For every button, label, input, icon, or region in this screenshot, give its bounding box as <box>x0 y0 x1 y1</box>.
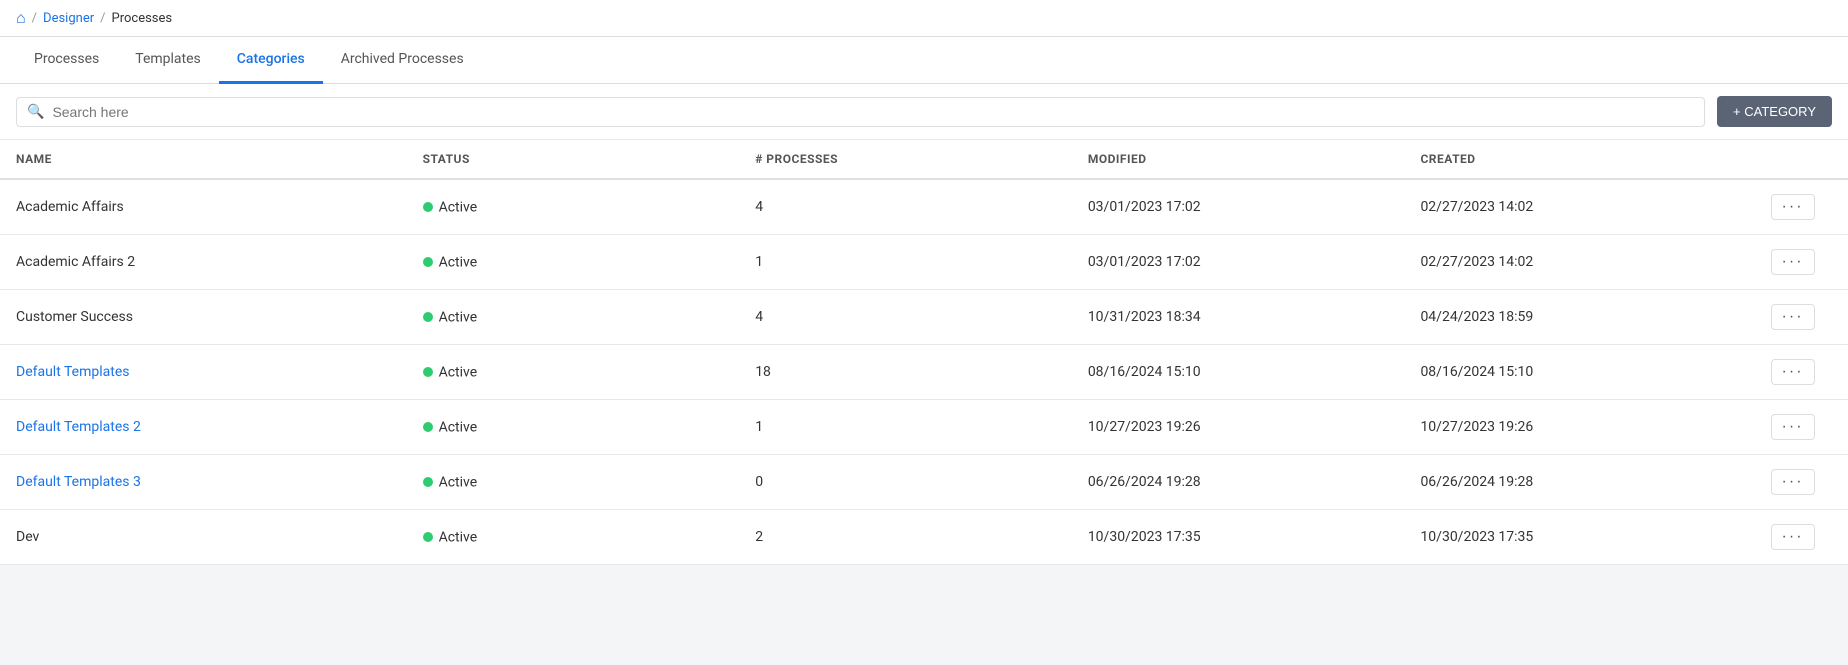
row-actions-button[interactable]: ··· <box>1771 359 1815 385</box>
row-created-date: 10/27/2023 19:26 <box>1404 400 1737 455</box>
row-processes-count: 1 <box>739 400 1072 455</box>
row-status: Active <box>407 179 740 235</box>
add-category-button[interactable]: + CATEGORY <box>1717 96 1832 127</box>
row-created-date: 04/24/2023 18:59 <box>1404 290 1737 345</box>
row-actions-cell: ··· <box>1737 290 1848 345</box>
status-label: Active <box>439 419 478 435</box>
breadcrumb-designer-link[interactable]: Designer <box>43 11 94 26</box>
col-header-created: CREATED <box>1404 140 1737 179</box>
row-status: Active <box>407 235 740 290</box>
row-modified-date: 10/31/2023 18:34 <box>1072 290 1405 345</box>
table-row: Customer Success Active 410/31/2023 18:340… <box>0 290 1848 345</box>
row-modified-date: 10/27/2023 19:26 <box>1072 400 1405 455</box>
row-actions-button[interactable]: ··· <box>1771 249 1815 275</box>
tabs-bar: Processes Templates Categories Archived … <box>0 37 1848 84</box>
main-container: Processes Templates Categories Archived … <box>0 37 1848 565</box>
row-modified-date: 10/30/2023 17:35 <box>1072 510 1405 565</box>
status-label: Active <box>439 474 478 490</box>
col-header-name: NAME <box>0 140 407 179</box>
home-icon[interactable]: ⌂ <box>16 8 26 28</box>
row-processes-count: 4 <box>739 290 1072 345</box>
status-label: Active <box>439 309 478 325</box>
row-name: Academic Affairs 2 <box>0 235 407 290</box>
tab-archived-processes[interactable]: Archived Processes <box>323 37 482 84</box>
row-processes-count: 4 <box>739 179 1072 235</box>
col-header-status: STATUS <box>407 140 740 179</box>
row-created-date: 08/16/2024 15:10 <box>1404 345 1737 400</box>
row-modified-date: 06/26/2024 19:28 <box>1072 455 1405 510</box>
table-row: Default Templates 2Active110/27/2023 19:… <box>0 400 1848 455</box>
row-actions-button[interactable]: ··· <box>1771 304 1815 330</box>
row-modified-date: 03/01/2023 17:02 <box>1072 179 1405 235</box>
row-processes-count: 1 <box>739 235 1072 290</box>
status-label: Active <box>439 529 478 545</box>
status-active-dot <box>423 257 433 267</box>
col-header-modified: MODIFIED <box>1072 140 1405 179</box>
row-actions-button[interactable]: ··· <box>1771 469 1815 495</box>
row-created-date: 02/27/2023 14:02 <box>1404 235 1737 290</box>
table-row: Default TemplatesActive1808/16/2024 15:1… <box>0 345 1848 400</box>
col-header-processes: # PROCESSES <box>739 140 1072 179</box>
row-status: Active <box>407 290 740 345</box>
row-status: Active <box>407 510 740 565</box>
status-label: Active <box>439 254 478 270</box>
tab-processes[interactable]: Processes <box>16 37 117 84</box>
table-row: Academic Affairs 2 Active 103/01/2023 17:0… <box>0 235 1848 290</box>
row-status: Active <box>407 400 740 455</box>
row-modified-date: 08/16/2024 15:10 <box>1072 345 1405 400</box>
row-actions-cell: ··· <box>1737 235 1848 290</box>
categories-table: NAME STATUS # PROCESSES MODIFIED CREATED… <box>0 140 1848 565</box>
breadcrumb-current: Processes <box>112 11 173 26</box>
search-icon: 🔍 <box>27 104 44 120</box>
row-status: Active <box>407 345 740 400</box>
row-actions-cell: ··· <box>1737 510 1848 565</box>
status-active-dot <box>423 477 433 487</box>
status-active-dot <box>423 202 433 212</box>
status-active-dot <box>423 367 433 377</box>
row-modified-date: 03/01/2023 17:02 <box>1072 235 1405 290</box>
status-active-dot <box>423 532 433 542</box>
status-active-dot <box>423 312 433 322</box>
row-actions-cell: ··· <box>1737 455 1848 510</box>
row-name-link[interactable]: Default Templates 2 <box>16 419 141 435</box>
row-name: Dev <box>0 510 407 565</box>
row-name: Academic Affairs <box>0 179 407 235</box>
row-processes-count: 2 <box>739 510 1072 565</box>
search-wrapper: 🔍 <box>16 97 1705 127</box>
row-actions-button[interactable]: ··· <box>1771 524 1815 550</box>
table-row: Default Templates 3Active006/26/2024 19:… <box>0 455 1848 510</box>
row-name-link[interactable]: Default Templates 3 <box>16 474 141 490</box>
row-actions-cell: ··· <box>1737 179 1848 235</box>
breadcrumb-bar: ⌂ / Designer / Processes <box>0 0 1848 37</box>
row-actions-cell: ··· <box>1737 345 1848 400</box>
breadcrumb-sep-2: / <box>100 11 105 26</box>
row-created-date: 10/30/2023 17:35 <box>1404 510 1737 565</box>
row-processes-count: 0 <box>739 455 1072 510</box>
tab-templates[interactable]: Templates <box>117 37 219 84</box>
table-header-row: NAME STATUS # PROCESSES MODIFIED CREATED <box>0 140 1848 179</box>
breadcrumb-sep-1: / <box>32 11 37 26</box>
tab-categories[interactable]: Categories <box>219 37 323 84</box>
row-actions-cell: ··· <box>1737 400 1848 455</box>
row-status: Active <box>407 455 740 510</box>
row-name-link[interactable]: Default Templates <box>16 364 129 380</box>
row-created-date: 06/26/2024 19:28 <box>1404 455 1737 510</box>
table-row: Academic Affairs Active 403/01/2023 17:020… <box>0 179 1848 235</box>
status-label: Active <box>439 199 478 215</box>
table-row: DevActive210/30/2023 17:3510/30/2023 17:… <box>0 510 1848 565</box>
table-container: NAME STATUS # PROCESSES MODIFIED CREATED… <box>0 140 1848 565</box>
toolbar: 🔍 + CATEGORY <box>0 84 1848 140</box>
row-created-date: 02/27/2023 14:02 <box>1404 179 1737 235</box>
search-input[interactable] <box>52 104 1694 120</box>
row-actions-button[interactable]: ··· <box>1771 194 1815 220</box>
status-label: Active <box>439 364 478 380</box>
status-active-dot <box>423 422 433 432</box>
row-actions-button[interactable]: ··· <box>1771 414 1815 440</box>
row-name: Customer Success <box>0 290 407 345</box>
row-processes-count: 18 <box>739 345 1072 400</box>
col-header-actions <box>1737 140 1848 179</box>
